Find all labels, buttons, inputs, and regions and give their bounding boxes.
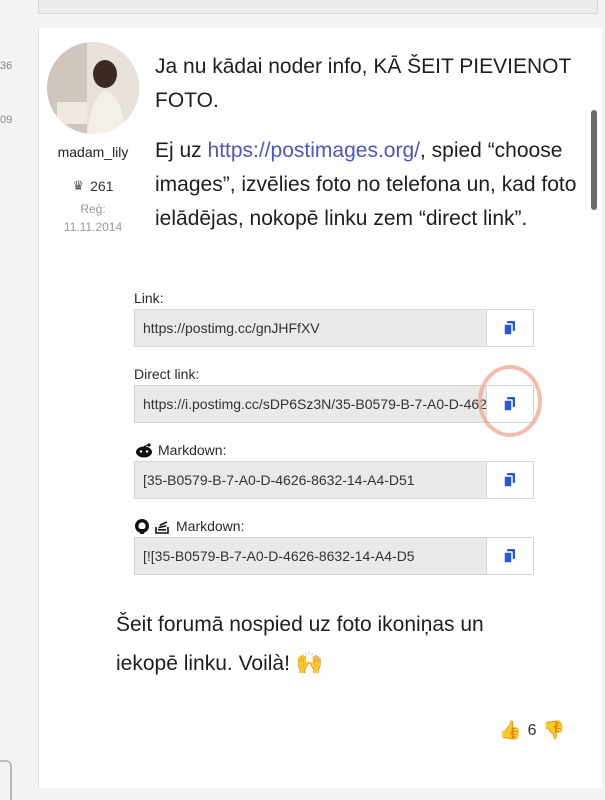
github-icon [135,519,149,534]
raising-hands-icon: 🙌 [295,650,324,675]
copy-icon [503,549,515,564]
reddit-icon [136,443,152,458]
post-reactions: 👍 6 👎 [499,720,565,741]
rank-value: 261 [90,178,114,194]
link-input[interactable]: https://postimg.cc/gnJHFfXV [134,309,486,347]
post-paragraph: Ja nu kādai noder info, KĀ ŠEIT PIEVIENO… [155,55,571,112]
field-label: Direct link: [134,366,200,382]
field-label: Markdown: [134,439,534,461]
registration-date: 11.11.2014 [63,220,123,234]
copy-button[interactable] [486,461,534,499]
markdown-github-field-row: [![35-B0579-B-7-A0-D-4626-8632-14-A4-D5 [134,537,534,575]
direct-link-field-row: https://i.postimg.cc/sDP6Sz3N/35-B0579-B… [134,385,534,423]
left-edge-number: 36 [0,60,13,72]
stack-overflow-icon [155,521,169,534]
post-paragraph: Ej uz https://postimages.org/, spied “ch… [155,134,580,236]
thumbs-down-icon[interactable]: 👎 [543,720,565,741]
previous-post-edge [38,0,598,14]
left-column-edge: 36 09 [0,30,16,770]
avatar[interactable] [47,42,139,134]
embedded-screenshot: Link: https://postimg.cc/gnJHFfXV Direct… [134,287,534,591]
registration-label: Reģ: [80,202,106,216]
forum-page: 36 09 madam_lily ♛ 261 Reģ: 11.11.2014 J… [0,0,605,800]
field-label: Markdown: [134,515,534,537]
left-edge-number: 09 [0,114,13,126]
post-body: Ja nu kādai noder info, KĀ ŠEIT PIEVIENO… [155,50,580,252]
copy-icon [503,473,515,488]
markdown-reddit-field-row: [35-B0579-B-7-A0-D-4626-8632-14-A4-D51 [134,461,534,499]
bottom-left-edge [0,760,12,800]
markdown-github-input[interactable]: [![35-B0579-B-7-A0-D-4626-8632-14-A4-D5 [134,537,486,575]
markdown-reddit-input[interactable]: [35-B0579-B-7-A0-D-4626-8632-14-A4-D51 [134,461,486,499]
username[interactable]: madam_lily [39,144,147,160]
paragraph-text: Ej uz [155,139,208,162]
like-count: 6 [527,721,537,739]
copy-button[interactable] [486,537,534,575]
copy-icon [503,321,515,336]
field-label-text: Markdown: [176,518,245,534]
direct-link-input[interactable]: https://i.postimg.cc/sDP6Sz3N/35-B0579-B… [134,385,486,423]
thumbs-up-icon[interactable]: 👍 [499,720,521,741]
scrollbar[interactable] [591,110,597,210]
post-author: madam_lily ♛ 261 Reģ: 11.11.2014 [39,42,147,234]
user-rank: ♛ 261 [39,178,147,194]
annotation-circle [478,365,542,437]
post-paragraph: Šeit forumā nospied uz foto ikoniņas un … [116,606,546,683]
link-field-row: https://postimg.cc/gnJHFfXV [134,309,534,347]
field-label-text: Markdown: [158,442,227,458]
copy-button[interactable] [486,309,534,347]
crown-icon: ♛ [72,178,85,193]
field-label: Link: [134,290,164,306]
postimages-link[interactable]: https://postimages.org/ [208,139,420,162]
